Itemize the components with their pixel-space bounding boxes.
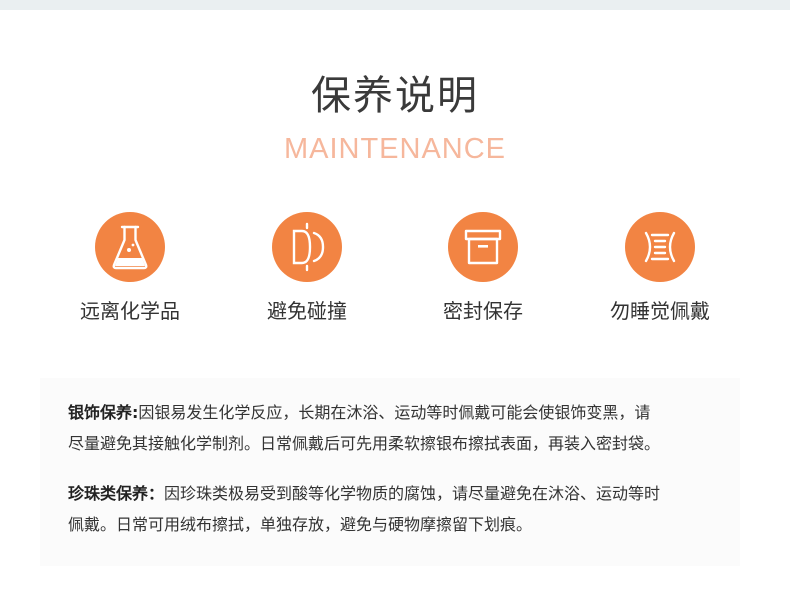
silver-care-text-2: 尽量避免其接触化学制剂。日常佩戴后可先用柔软擦银布擦拭表面，再装入密封袋。 [68, 434, 661, 453]
flask-icon [95, 212, 165, 282]
pearl-care-paragraph: 珍珠类保养：因珍珠类极易受到酸等化学物质的腐蚀，请尽量避免在沐浴、运动等时 佩戴… [68, 478, 748, 540]
collision-icon [272, 212, 342, 282]
page-title: 保养说明 [311, 73, 479, 119]
feature-keep-away-chemicals: 远离化学品 [40, 212, 220, 325]
feature-label: 远离化学品 [80, 299, 180, 323]
pearl-care-text-1: 因珍珠类极易受到酸等化学物质的腐蚀，请尽量避免在沐浴、运动等时 [164, 484, 661, 503]
silver-care-heading: 银饰保养 [68, 403, 133, 422]
top-bar [0, 0, 790, 10]
silver-care-line-1: 银饰保养:因银易发生化学反应，长期在沐浴、运动等时佩戴可能会使银饰变黑，请 [68, 397, 748, 428]
pearl-care-heading: 珍珠类保养 [68, 484, 149, 503]
silver-care-paragraph: 银饰保养:因银易发生化学反应，长期在沐浴、运动等时佩戴可能会使银饰变黑，请 尽量… [68, 397, 748, 459]
feature-avoid-collision: 避免碰撞 [217, 212, 397, 325]
silver-care-text-1: 因银易发生化学反应，长期在沐浴、运动等时佩戴可能会使银饰变黑，请 [138, 403, 651, 422]
feature-label: 密封保存 [443, 299, 523, 323]
bracelet-icon [625, 212, 695, 282]
feature-sealed-storage: 密封保存 [393, 212, 573, 325]
pearl-care-line-1: 珍珠类保养：因珍珠类极易受到酸等化学物质的腐蚀，请尽量避免在沐浴、运动等时 [68, 478, 748, 509]
pearl-care-separator: ： [148, 484, 165, 503]
feature-label: 勿睡觉佩戴 [610, 299, 710, 323]
feature-no-wear-while-sleeping: 勿睡觉佩戴 [570, 212, 750, 325]
pearl-care-text-2: 佩戴。日常可用绒布擦拭，单独存放，避免与硬物摩擦留下划痕。 [68, 515, 533, 534]
page-subtitle: MAINTENANCE [283, 133, 507, 165]
box-icon [448, 212, 518, 282]
feature-label: 避免碰撞 [267, 299, 347, 323]
